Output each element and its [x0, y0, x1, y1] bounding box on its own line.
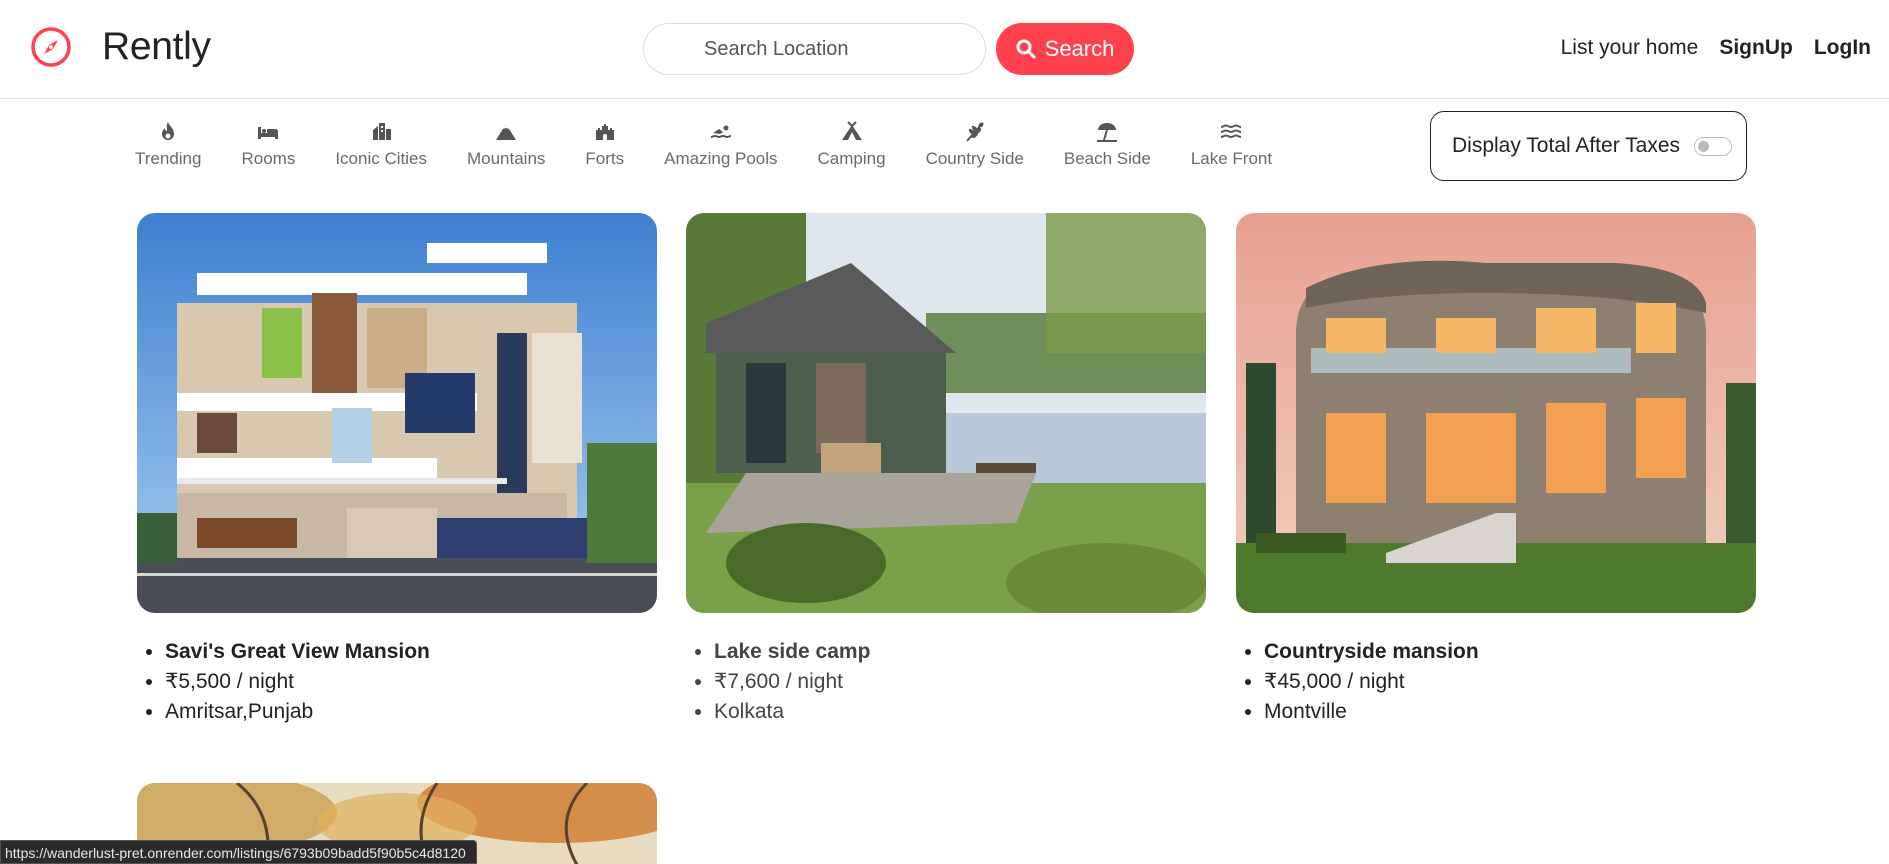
switch-knob — [1698, 140, 1710, 152]
search-input[interactable] — [643, 23, 986, 75]
listing-title: Lake side camp — [714, 637, 1206, 667]
umbrella-beach-icon — [1097, 123, 1118, 142]
login-link[interactable]: LogIn — [1814, 36, 1871, 60]
filter-amazing-pools[interactable]: Amazing Pools — [664, 120, 778, 169]
listing-details: Lake side camp ₹7,600 / night Kolkata — [686, 637, 1206, 727]
filter-iconic-cities[interactable]: Iconic Cities — [335, 120, 427, 169]
filter-label: Amazing Pools — [664, 149, 778, 168]
nav-links: List your home SignUp LogIn — [1540, 36, 1871, 60]
listing-title: Savi's Great View Mansion — [165, 637, 657, 667]
city-icon — [373, 123, 392, 140]
listing-details: Countryside mansion ₹45,000 / night Mont… — [1236, 637, 1756, 727]
search-icon — [1016, 39, 1036, 59]
mountain-icon — [496, 124, 517, 140]
filter-bar: Trending Rooms Iconic Cities Mountains F… — [135, 120, 1312, 169]
filter-forts[interactable]: Forts — [585, 120, 624, 169]
water-icon — [1221, 124, 1242, 139]
tax-switch[interactable] — [1694, 136, 1733, 156]
listing-image[interactable] — [1236, 213, 1756, 613]
filter-label: Camping — [817, 149, 886, 168]
listing-title: Countryside mansion — [1264, 637, 1756, 667]
listing-location: Amritsar,Punjab — [165, 697, 657, 727]
filter-label: Forts — [585, 149, 625, 168]
filter-beach-side[interactable]: Beach Side — [1064, 120, 1151, 169]
listing-card[interactable]: Savi's Great View Mansion ₹5,500 / night… — [137, 213, 657, 727]
listing-image[interactable] — [686, 213, 1206, 613]
search-button-label: Search — [1044, 36, 1115, 61]
bed-icon — [258, 127, 279, 139]
listing-details: Savi's Great View Mansion ₹5,500 / night… — [137, 637, 657, 727]
listing-price: ₹7,600 / night — [714, 667, 1206, 697]
search-button[interactable]: Search — [996, 23, 1134, 75]
tax-toggle-label: Display Total After Taxes — [1452, 134, 1681, 157]
filter-mountains[interactable]: Mountains — [467, 120, 545, 169]
listing-image[interactable] — [137, 213, 657, 613]
listing-card[interactable]: Countryside mansion ₹45,000 / night Mont… — [1236, 213, 1756, 727]
compass-icon[interactable] — [30, 26, 72, 68]
fire-icon — [162, 122, 175, 140]
listing-location: Montville — [1264, 697, 1756, 727]
listing-price: ₹45,000 / night — [1264, 667, 1756, 697]
campground-icon — [841, 121, 862, 140]
swimmer-icon — [710, 125, 731, 139]
listing-location: Kolkata — [714, 697, 1206, 727]
filter-label: Country Side — [925, 149, 1024, 168]
listing-price: ₹5,500 / night — [165, 667, 657, 697]
list-your-home-link[interactable]: List your home — [1561, 36, 1699, 60]
filter-label: Trending — [135, 149, 202, 168]
filter-label: Mountains — [466, 149, 546, 168]
listing-card[interactable]: Lake side camp ₹7,600 / night Kolkata — [686, 213, 1206, 727]
filter-camping[interactable]: Camping — [818, 120, 886, 169]
filter-label: Lake Front — [1190, 149, 1273, 168]
signup-link[interactable]: SignUp — [1719, 36, 1793, 60]
filter-label: Iconic Cities — [335, 149, 427, 168]
filter-country-side[interactable]: Country Side — [926, 120, 1024, 169]
status-bar-url: https://wanderlust-pret.onrender.com/lis… — [0, 840, 477, 864]
fort-icon — [595, 124, 614, 140]
filter-trending[interactable]: Trending — [135, 120, 201, 169]
search-form: Search — [643, 23, 1134, 75]
filter-label: Rooms — [241, 149, 296, 168]
navbar: Rently Search List your home SignUp LogI… — [0, 0, 1889, 99]
brand[interactable]: Rently — [30, 26, 211, 68]
wheat-icon — [965, 122, 984, 142]
brand-name[interactable]: Rently — [102, 26, 211, 68]
tax-toggle[interactable]: Display Total After Taxes — [1430, 111, 1747, 181]
filter-label: Beach Side — [1063, 149, 1151, 168]
filter-rooms[interactable]: Rooms — [241, 120, 295, 169]
filter-lake-front[interactable]: Lake Front — [1191, 120, 1272, 169]
